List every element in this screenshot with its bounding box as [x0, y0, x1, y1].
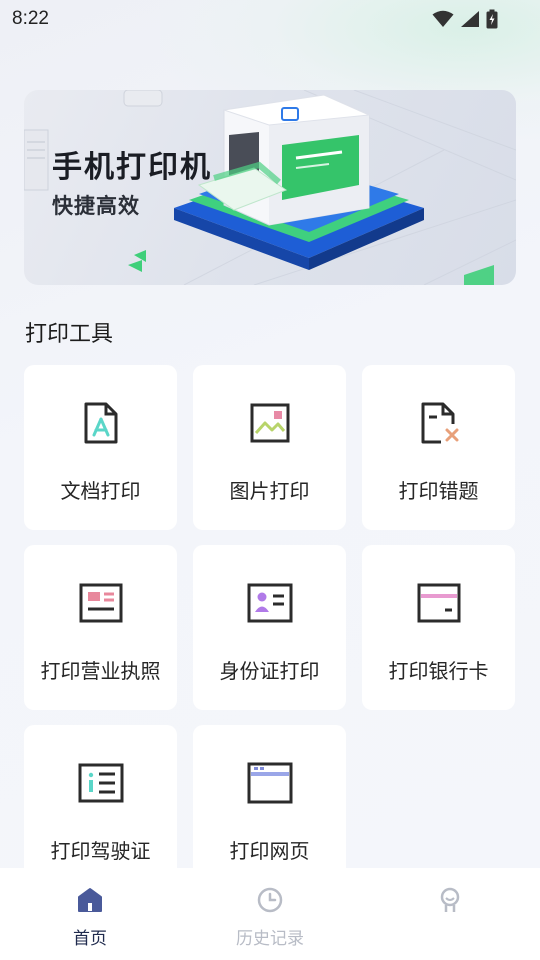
tool-label: 打印银行卡	[388, 659, 489, 683]
clock-icon	[257, 887, 283, 913]
tool-card-document[interactable]: 文档打印	[24, 365, 177, 530]
tool-label: 身份证打印	[219, 659, 320, 683]
tool-card-wrong-question[interactable]: 打印错题	[362, 365, 515, 530]
status-icons	[432, 9, 498, 29]
tab-home[interactable]: 首页	[0, 868, 180, 960]
wifi-icon	[432, 10, 454, 27]
tool-label: 图片打印	[229, 479, 310, 503]
tool-card-webpage[interactable]: 打印网页	[193, 725, 346, 890]
tool-label: 打印网页	[229, 839, 310, 863]
tool-label: 打印驾驶证	[50, 839, 151, 863]
section-title: 打印工具	[25, 322, 114, 347]
tab-label: 历史记录	[236, 929, 304, 949]
profile-icon	[440, 887, 460, 912]
signal-icon	[461, 11, 479, 27]
tool-card-business-license[interactable]: 打印营业执照	[24, 545, 177, 710]
home-icon	[78, 888, 102, 912]
banner-subtitle: 快捷高效	[52, 194, 140, 218]
status-time: 8:22	[12, 8, 49, 29]
webpage-icon	[247, 762, 292, 804]
status-bar: 8:22	[0, 0, 540, 38]
tab-history[interactable]: 历史记录	[180, 868, 360, 960]
bank-card-icon	[417, 583, 460, 623]
tab-profile[interactable]	[360, 868, 540, 960]
id-card-icon	[247, 583, 292, 623]
tool-label: 文档打印	[60, 479, 141, 503]
banner-title: 手机打印机	[52, 150, 212, 185]
tab-label: 首页	[73, 929, 107, 949]
driver-license-icon	[78, 763, 123, 803]
battery-icon	[486, 9, 498, 29]
wrong-question-icon	[421, 402, 458, 444]
promo-banner[interactable]: 手机打印机 快捷高效	[24, 90, 516, 285]
tool-card-id-card[interactable]: 身份证打印	[193, 545, 346, 710]
tool-label: 打印营业执照	[40, 659, 161, 683]
document-icon	[84, 402, 117, 444]
bottom-tab-bar: 首页 历史记录	[0, 868, 540, 960]
tool-label: 打印错题	[398, 479, 479, 503]
tool-card-bank-card[interactable]: 打印银行卡	[362, 545, 515, 710]
tool-card-driver-license[interactable]: 打印驾驶证	[24, 725, 177, 890]
business-license-icon	[79, 583, 122, 623]
printer-illustration	[24, 90, 516, 285]
tool-card-image[interactable]: 图片打印	[193, 365, 346, 530]
image-icon	[250, 403, 289, 443]
